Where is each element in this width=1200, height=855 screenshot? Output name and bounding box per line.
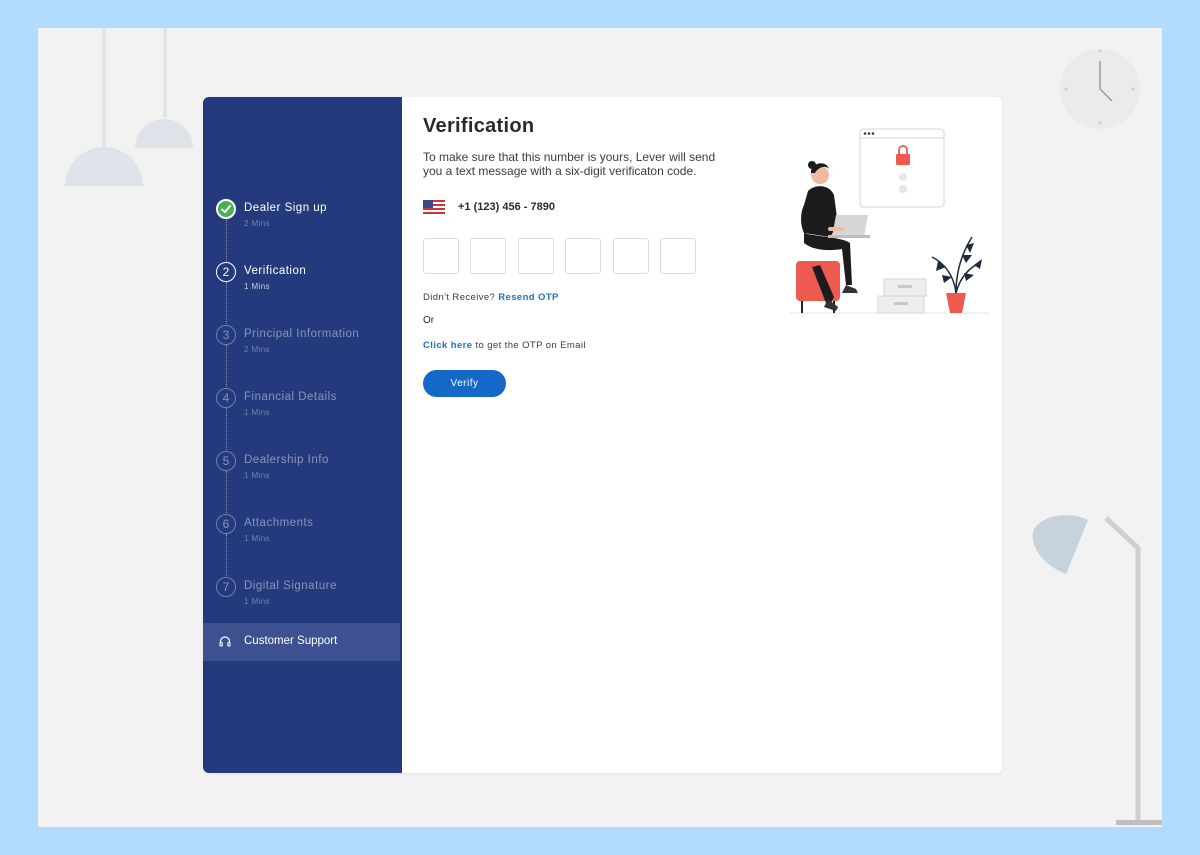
progress-sidebar: Dealer Sign up 2 Mins 2 Verification 1 M…: [203, 97, 402, 773]
step-number: 4: [216, 388, 236, 408]
otp-digit-1[interactable]: [423, 238, 459, 274]
step-title: Verification: [244, 265, 307, 277]
email-otp-text: to get the OTP on Email: [475, 340, 586, 351]
step-duration: 2 Mins: [244, 219, 270, 228]
step-attachments[interactable]: 6 Attachments 1 Mins: [216, 514, 402, 554]
step-duration: 1 Mins: [244, 534, 270, 543]
step-title: Financial Details: [244, 391, 337, 403]
otp-digit-4[interactable]: [565, 238, 601, 274]
resend-row: Didn't Receive? Resend OTP: [423, 292, 559, 303]
step-financial-details[interactable]: 4 Financial Details 1 Mins: [216, 388, 402, 428]
otp-digit-2[interactable]: [470, 238, 506, 274]
signup-card: Dealer Sign up 2 Mins 2 Verification 1 M…: [203, 97, 1002, 773]
page-title: Verification: [423, 115, 535, 137]
step-duration: 1 Mins: [244, 408, 270, 417]
phone-number: +1 (123) 456 - 7890: [458, 201, 555, 213]
customer-support-button[interactable]: Customer Support: [203, 623, 400, 661]
step-dealership-info[interactable]: 5 Dealership Info 1 Mins: [216, 451, 402, 491]
step-number: 5: [216, 451, 236, 471]
email-otp-row: Click here to get the OTP on Email: [423, 340, 586, 351]
email-otp-link[interactable]: Click here: [423, 340, 472, 351]
check-icon: [216, 199, 236, 219]
step-title: Attachments: [244, 517, 314, 529]
otp-digit-3[interactable]: [518, 238, 554, 274]
customer-support-label: Customer Support: [244, 635, 338, 647]
otp-digit-6[interactable]: [660, 238, 696, 274]
step-dealer-sign-up[interactable]: Dealer Sign up 2 Mins: [216, 199, 402, 239]
verification-illustration: [790, 128, 990, 314]
step-duration: 1 Mins: [244, 282, 270, 291]
step-title: Principal Information: [244, 328, 360, 340]
verify-button[interactable]: Verify: [423, 370, 506, 397]
step-title: Dealer Sign up: [244, 202, 328, 214]
step-duration: 1 Mins: [244, 471, 270, 480]
step-digital-signature[interactable]: 7 Digital Signature 1 Mins: [216, 577, 402, 617]
step-principal-information[interactable]: 3 Principal Information 2 Mins: [216, 325, 402, 365]
step-number: 3: [216, 325, 236, 345]
resend-otp-link[interactable]: Resend OTP: [498, 292, 559, 303]
us-flag-icon: [423, 200, 445, 214]
verification-panel: Verification To make sure that this numb…: [402, 97, 1002, 773]
step-duration: 1 Mins: [244, 597, 270, 606]
step-verification[interactable]: 2 Verification 1 Mins: [216, 262, 402, 302]
step-duration: 2 Mins: [244, 345, 270, 354]
headset-icon: [219, 636, 231, 647]
step-number: 7: [216, 577, 236, 597]
verification-description: To make sure that this number is yours, …: [423, 150, 716, 178]
otp-digit-5[interactable]: [613, 238, 649, 274]
or-separator: Or: [423, 315, 435, 326]
step-title: Dealership Info: [244, 454, 329, 466]
resend-prompt: Didn't Receive?: [423, 292, 496, 303]
step-title: Digital Signature: [244, 580, 337, 592]
step-number: 6: [216, 514, 236, 534]
step-number: 2: [216, 262, 236, 282]
